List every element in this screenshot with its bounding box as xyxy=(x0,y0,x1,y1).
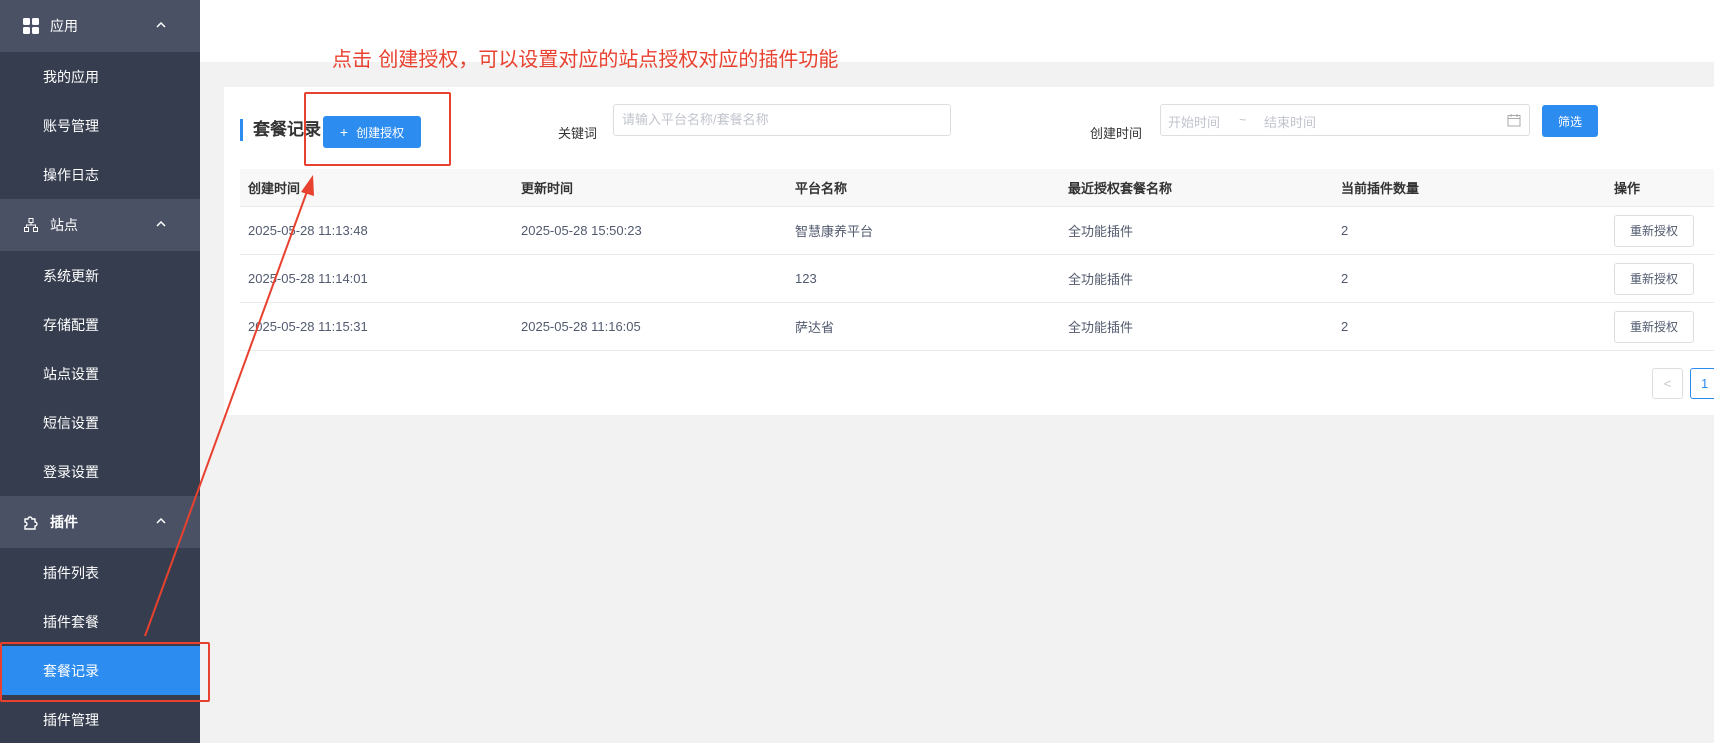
annotation-arrow xyxy=(144,175,314,637)
